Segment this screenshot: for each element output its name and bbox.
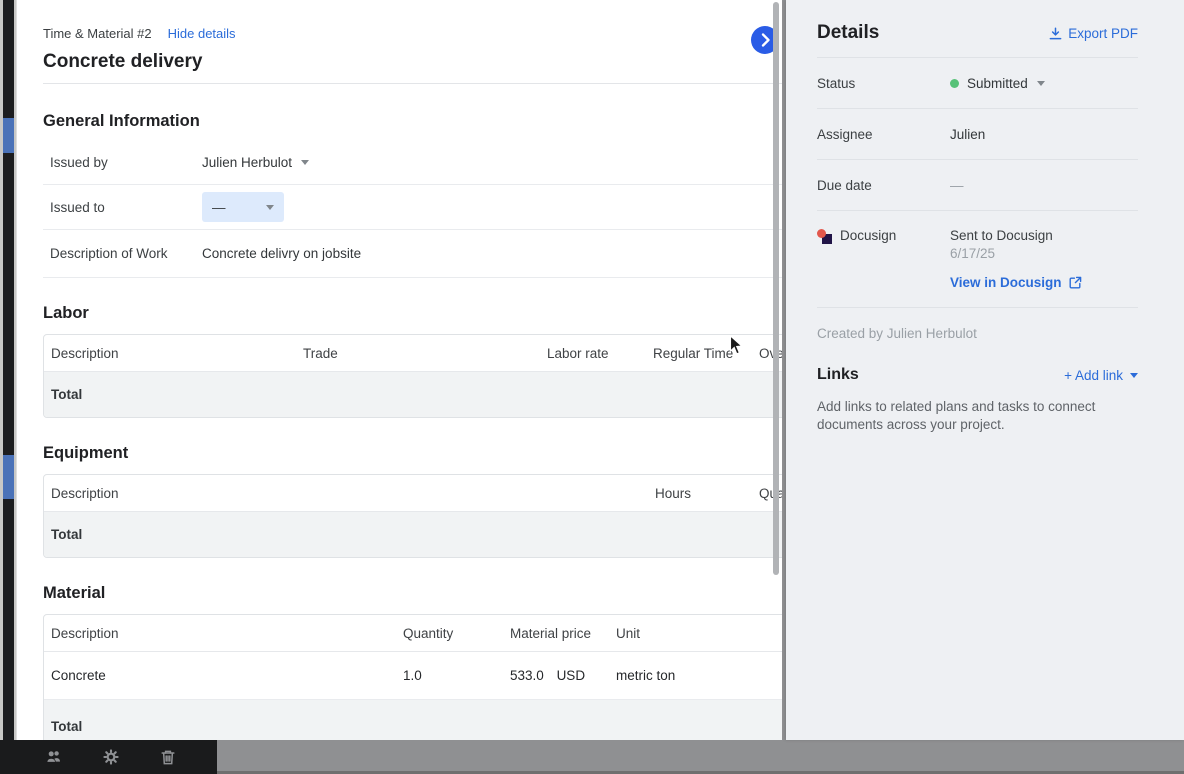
due-date-label: Due date (817, 178, 950, 193)
assignee-row: Assignee Julien (817, 109, 1138, 160)
material-unit-cell: metric ton (609, 668, 782, 683)
view-in-docusign-label: View in Docusign (950, 275, 1062, 290)
issued-to-value: — (212, 200, 226, 215)
document-panel: Time & Material #2 Hide details Concrete … (16, 0, 782, 740)
assignee-label: Assignee (817, 127, 950, 142)
total-label: Total (44, 387, 82, 402)
delete-button[interactable] (159, 748, 177, 766)
issued-by-label: Issued by (43, 155, 202, 170)
export-pdf-button[interactable]: Export PDF (1049, 26, 1138, 41)
issued-to-label: Issued to (43, 200, 202, 215)
status-dot-icon (950, 79, 959, 88)
document-type-label: Time & Material #2 (43, 26, 152, 41)
docusign-status-text: Sent to Docusign (950, 228, 1082, 243)
equipment-table-header: Description Hours Quantity (44, 475, 782, 512)
assignee-field[interactable]: Julien (950, 127, 985, 142)
settings-button[interactable] (102, 748, 120, 766)
general-info-fields: Issued by Julien Herbulot Issued to — De… (43, 140, 782, 278)
add-link-label: + Add link (1064, 368, 1123, 383)
total-label: Total (44, 719, 82, 734)
docusign-label: Docusign (840, 228, 896, 243)
gear-icon (102, 748, 120, 766)
due-date-row: Due date — (817, 160, 1138, 211)
details-heading: Details (817, 22, 879, 44)
material-total-row: Total (44, 700, 782, 740)
due-date-field[interactable]: — (950, 178, 964, 193)
caret-down-icon (1037, 81, 1045, 86)
material-table-header: Description Quantity Material price Unit (44, 615, 782, 652)
issued-to-row: Issued to — (43, 185, 782, 230)
header-divider (43, 83, 782, 84)
issued-to-dropdown[interactable]: — (202, 192, 284, 222)
labor-table-header: Description Trade Labor rate Regular Tim… (44, 335, 782, 372)
material-quantity-cell: 1.0 (396, 668, 503, 683)
status-row: Status Submitted (817, 58, 1138, 109)
status-dropdown[interactable]: Submitted (950, 76, 1045, 91)
equipment-heading: Equipment (43, 442, 782, 464)
details-panel: Details Export PDF Status Submitted Assi… (786, 0, 1184, 740)
created-by-text: Created by Julien Herbulot (817, 308, 1138, 341)
column-header: Quantity (396, 626, 503, 641)
docusign-section: Docusign Sent to Docusign 6/17/25 View i… (817, 211, 1138, 308)
download-icon (1049, 27, 1062, 40)
docusign-date: 6/17/25 (950, 246, 1082, 261)
sidebar-strip (3, 0, 14, 774)
caret-down-icon (1130, 373, 1138, 378)
labor-table: Description Trade Labor rate Regular Tim… (43, 334, 782, 418)
users-icon (45, 749, 63, 765)
column-header: Description (44, 486, 648, 501)
column-header: Labor rate (540, 346, 646, 361)
caret-down-icon (266, 205, 274, 210)
column-header: Hours (648, 486, 752, 501)
bottom-toolbar (0, 740, 217, 774)
description-of-work-field[interactable]: Concrete delivry on jobsite (202, 246, 361, 261)
labor-heading: Labor (43, 302, 782, 324)
currency-label: USD (557, 668, 586, 683)
column-header: Unit (609, 626, 782, 641)
issued-by-row: Issued by Julien Herbulot (43, 140, 782, 185)
external-link-icon (1069, 276, 1082, 289)
users-button[interactable] (45, 748, 63, 766)
column-header: Material price (503, 626, 609, 641)
view-in-docusign-link[interactable]: View in Docusign (950, 275, 1082, 290)
column-header: Description (44, 346, 296, 361)
material-price-cell: 533.0 USD (503, 668, 609, 683)
column-header: Trade (296, 346, 540, 361)
status-label: Status (817, 76, 950, 91)
docusign-logo-icon (817, 229, 832, 244)
collapsed-sidebar (0, 0, 16, 774)
labor-total-row: Total (44, 372, 782, 417)
issued-by-value: Julien Herbulot (202, 155, 292, 170)
app-window: Time & Material #2 Hide details Concrete … (0, 0, 1184, 774)
material-heading: Material (43, 582, 782, 604)
page-title: Concrete delivery (43, 49, 782, 75)
description-of-work-label: Description of Work (43, 246, 202, 261)
hide-details-link[interactable]: Hide details (168, 26, 236, 41)
description-of-work-row: Description of Work Concrete delivry on … (43, 230, 782, 278)
export-pdf-label: Export PDF (1068, 26, 1138, 41)
equipment-total-row: Total (44, 512, 782, 557)
general-info-heading: General Information (43, 110, 782, 132)
material-table: Description Quantity Material price Unit… (43, 614, 782, 740)
price-value: 533.0 (510, 668, 544, 683)
issued-by-dropdown[interactable]: Julien Herbulot (202, 155, 309, 170)
links-empty-text: Add links to related plans and tasks to … (817, 398, 1138, 434)
scrollbar-thumb[interactable] (773, 2, 779, 575)
add-link-button[interactable]: + Add link (1064, 368, 1138, 383)
material-description-cell: Concrete (44, 668, 396, 683)
sidebar-highlight-bottom (3, 455, 14, 499)
document-header: Time & Material #2 Hide details Concrete … (43, 0, 782, 75)
status-badge: Submitted (967, 76, 1028, 91)
links-heading: Links (817, 366, 859, 384)
material-row-concrete[interactable]: Concrete 1.0 533.0 USD metric ton (44, 652, 782, 700)
total-label: Total (44, 527, 82, 542)
trash-icon (160, 749, 176, 766)
column-header: Regular Time (646, 346, 752, 361)
column-header: Description (44, 626, 396, 641)
caret-down-icon (301, 160, 309, 165)
equipment-table: Description Hours Quantity Total (43, 474, 782, 558)
sidebar-highlight-top (3, 118, 14, 153)
